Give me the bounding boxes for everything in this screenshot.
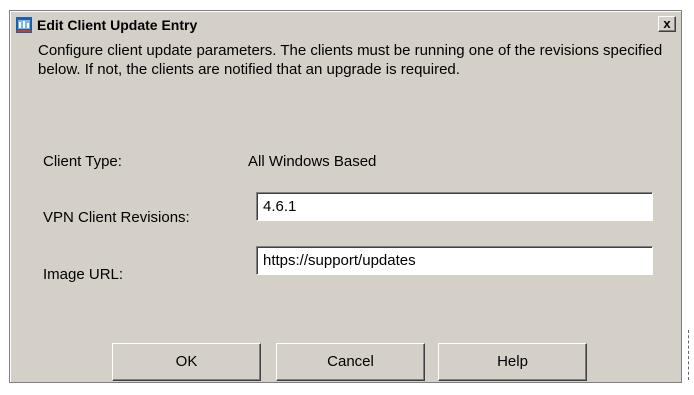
cancel-button[interactable]: Cancel bbox=[276, 343, 425, 381]
close-button[interactable]: x bbox=[658, 16, 676, 32]
dialog-body: Configure client update parameters. The … bbox=[10, 37, 681, 382]
vpn-revisions-input[interactable] bbox=[256, 192, 653, 221]
client-type-value: All Windows Based bbox=[248, 153, 377, 170]
ok-button[interactable]: OK bbox=[112, 343, 261, 381]
page-edge-marker bbox=[688, 330, 689, 380]
vpn-revisions-label: VPN Client Revisions: bbox=[43, 209, 190, 226]
edit-client-update-dialog: Edit Client Update Entry x Configure cli… bbox=[9, 10, 682, 383]
dialog-title: Edit Client Update Entry bbox=[37, 16, 198, 33]
image-url-input[interactable] bbox=[256, 246, 653, 275]
description-text: Configure client update parameters. The … bbox=[38, 42, 663, 78]
title-bar[interactable]: Edit Client Update Entry x bbox=[12, 13, 679, 36]
image-url-label: Image URL: bbox=[43, 266, 124, 283]
app-icon bbox=[16, 16, 32, 33]
help-button[interactable]: Help bbox=[438, 343, 587, 381]
client-type-label: Client Type: bbox=[43, 153, 122, 170]
